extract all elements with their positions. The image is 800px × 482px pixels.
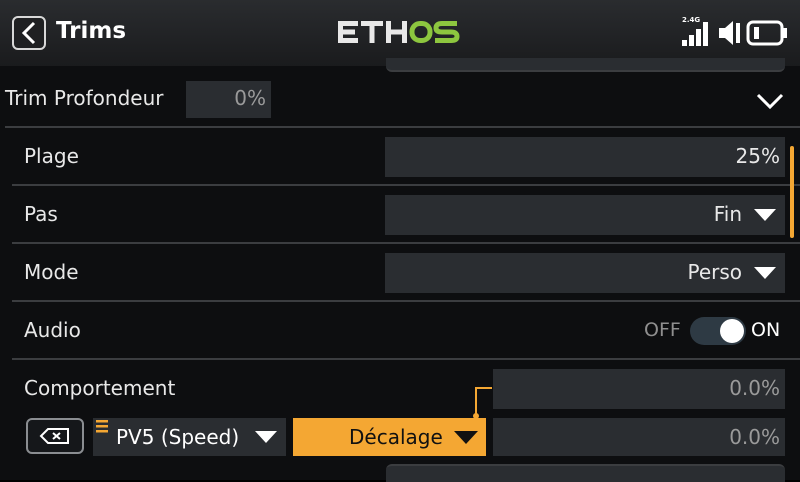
comportement-label: Comportement <box>24 376 176 400</box>
caret-down-icon <box>255 431 277 443</box>
plage-label: Plage <box>24 144 79 168</box>
plage-value: 25% <box>735 144 780 168</box>
battery-icon <box>746 20 787 46</box>
audio-off-label: OFF <box>644 319 681 341</box>
clear-button[interactable] <box>26 418 84 454</box>
scrollbar[interactable] <box>790 146 794 238</box>
audio-on-label: ON <box>751 319 781 341</box>
divider <box>12 358 800 360</box>
list-icon <box>96 420 108 433</box>
next-field-edge <box>386 464 785 482</box>
divider <box>5 126 800 128</box>
top-bar: Trims 2.4G <box>0 0 800 66</box>
trim-value: 0% <box>234 86 266 110</box>
comportement-bottom-value: 0.0% <box>729 425 780 449</box>
audio-toggle[interactable] <box>690 317 746 345</box>
backspace-icon <box>39 428 69 444</box>
mode-value: Perso <box>687 260 742 284</box>
pas-value: Fin <box>713 202 742 226</box>
pas-label: Pas <box>24 202 58 226</box>
divider <box>12 242 800 244</box>
signal-icon <box>682 22 708 46</box>
toggle-knob <box>720 319 744 343</box>
comportement-top-value: 0.0% <box>729 376 780 400</box>
behavior-value: Décalage <box>349 425 443 449</box>
chevron-left-icon <box>21 21 36 45</box>
ethos-logo <box>336 14 464 54</box>
divider <box>12 300 800 302</box>
caret-down-icon <box>454 431 478 444</box>
caret-down-icon <box>754 209 776 221</box>
divider <box>12 184 800 186</box>
trim-section-label: Trim Profondeur <box>5 86 164 110</box>
caret-down-icon <box>754 267 776 279</box>
audio-label: Audio <box>24 318 81 342</box>
previous-field-edge <box>386 58 785 72</box>
back-button[interactable] <box>12 16 46 50</box>
mode-label: Mode <box>24 260 79 284</box>
chevron-down-icon[interactable] <box>756 92 784 110</box>
source-value: PV5 (Speed) <box>116 425 240 449</box>
page-title: Trims <box>56 18 127 44</box>
speaker-icon <box>719 21 740 45</box>
